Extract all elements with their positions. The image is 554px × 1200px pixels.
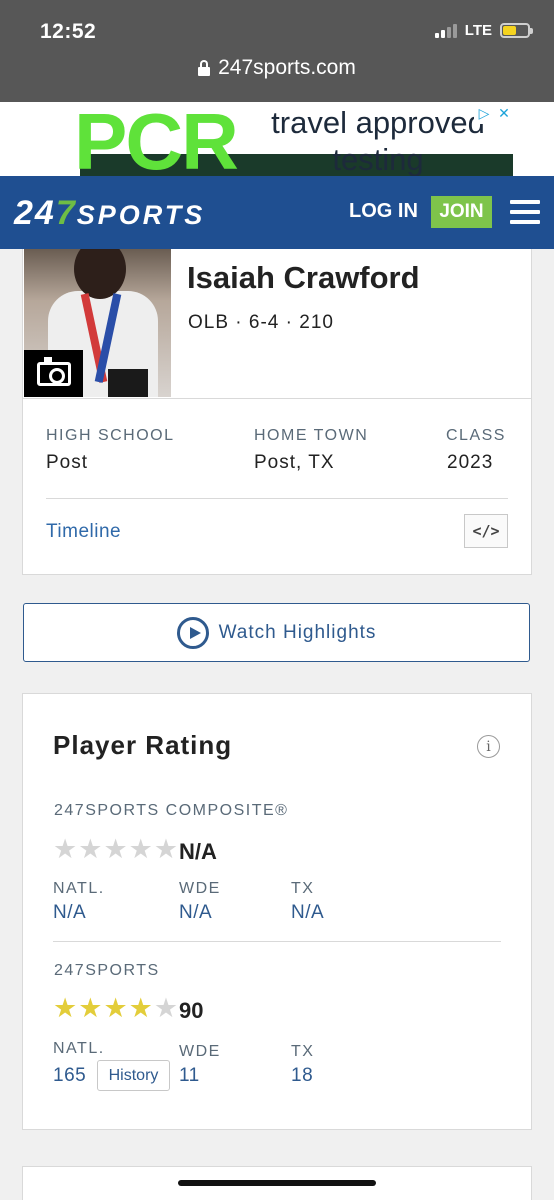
site-logo[interactable]: 247SPORTS [14,194,205,233]
ad-creative[interactable]: PCR travel approved testing [40,102,513,178]
247sports-state-value[interactable]: 18 [291,1065,313,1087]
star-icon: ★ [78,834,103,864]
247sports-star-rating: ★ ★ ★ ★ ★ [53,995,178,1022]
composite-natl-value[interactable]: N/A [53,902,86,924]
lock-icon [198,60,211,76]
play-icon [176,616,209,649]
battery-icon [500,23,533,38]
composite-position-label: WDE [179,880,221,897]
ad-text-line-2: testing [332,142,424,177]
divider [53,941,501,942]
star-icon: ★ [53,993,78,1023]
247sports-natl-label: NATL. [53,1040,105,1057]
247sports-position-label: WDE [179,1043,221,1060]
class-label: CLASS [446,427,506,444]
status-indicators: LTE [434,22,533,39]
divider [23,398,531,399]
login-link[interactable]: LOG IN [349,200,418,223]
info-icon[interactable]: i [477,735,500,758]
signal-icon [434,23,457,38]
history-button[interactable]: History [97,1060,170,1091]
composite-score: N/A [179,839,217,864]
player-position-measurables: OLB · 6-4 · 210 [188,312,334,333]
ad-banner[interactable]: PCR travel approved testing [0,102,554,178]
composite-natl-label: NATL. [53,880,105,897]
star-icon: ★ [128,834,153,864]
timeline-link[interactable]: Timeline [46,521,121,543]
home-town-label: HOME TOWN [254,427,369,444]
url-bar[interactable]: 247sports.com [0,56,554,80]
star-icon: ★ [53,834,78,864]
url-domain: 247sports.com [218,56,356,79]
composite-position-value[interactable]: N/A [179,902,212,924]
ad-controls: ▷ ✕ [474,102,514,124]
high-school-label: HIGH SCHOOL [46,427,175,444]
close-icon[interactable]: ✕ [494,102,514,124]
247sports-rating-label: 247SPORTS [54,962,160,979]
247sports-state-label: TX [291,1043,315,1060]
ad-text: travel approved testing [258,104,498,178]
star-icon: ★ [153,993,179,1023]
247sports-natl-value[interactable]: 165 [53,1065,86,1087]
composite-star-rating: ★ ★ ★ ★ ★ [53,836,178,863]
home-town-value: Post, TX [254,452,335,473]
high-school-value: Post [46,452,89,473]
home-indicator[interactable] [178,1180,376,1186]
star-icon: ★ [103,834,128,864]
composite-state-value[interactable]: N/A [291,902,324,924]
watch-highlights-button[interactable]: Watch Highlights [23,603,530,662]
247sports-score: 90 [179,998,204,1023]
composite-state-label: TX [291,880,315,897]
status-time: 12:52 [40,20,97,43]
join-button[interactable]: JOIN [431,196,492,228]
site-header: 247SPORTS LOG IN JOIN [0,176,554,249]
player-rating-title: Player Rating [53,730,233,760]
status-bar: 12:52 LTE 247sports.com [0,0,554,102]
hamburger-menu-icon[interactable] [510,200,540,224]
star-icon: ★ [103,993,128,1023]
embed-code-button[interactable]: </> [464,514,508,548]
composite-label: 247SPORTS COMPOSITE® [54,802,289,819]
watch-highlights-label: Watch Highlights [218,621,377,643]
ad-headline: PCR [74,102,239,178]
logo-text-7: 7 [55,194,77,232]
247sports-position-value[interactable]: 11 [179,1065,200,1087]
star-icon: ★ [128,993,153,1023]
ad-text-line-1: travel approved [271,105,485,140]
player-name: Isaiah Crawford [187,260,420,295]
divider [46,498,508,499]
camera-icon[interactable] [24,350,83,397]
star-icon: ★ [78,993,103,1023]
network-type: LTE [464,22,492,39]
star-icon: ★ [153,834,179,864]
adchoices-icon[interactable]: ▷ [474,102,494,124]
logo-text-24: 24 [14,194,56,232]
logo-text-sports: SPORTS [76,200,206,230]
class-value: 2023 [447,452,494,473]
